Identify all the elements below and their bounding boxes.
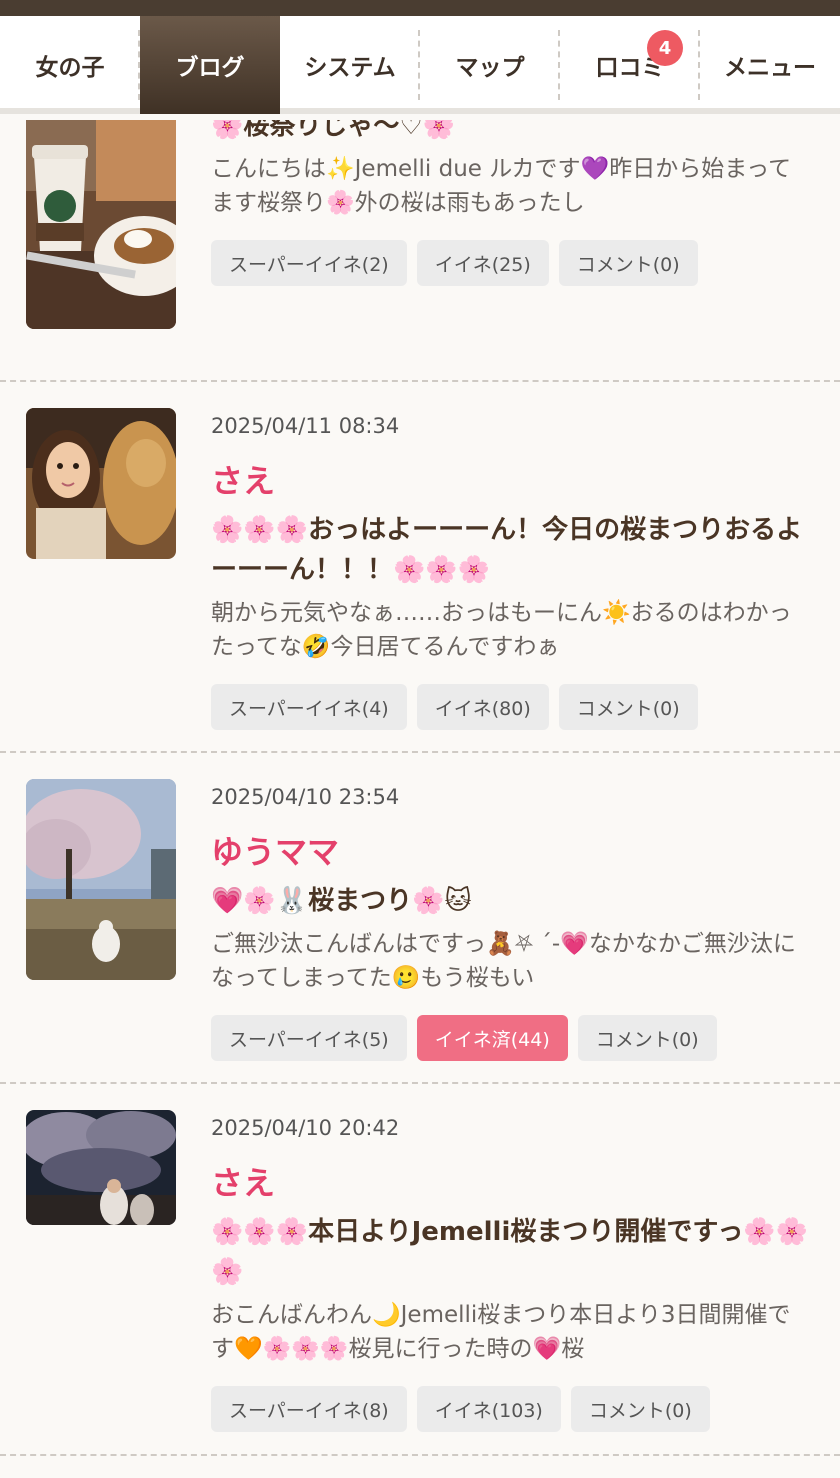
post-actions: スーパーイイネ(8) イイネ(103) コメント(0) [211, 1386, 811, 1432]
post-excerpt: ご無沙汰こんばんはですっ🧸⛧ ˊ-💗なかなかご無沙汰になってしまってた🥲もう桜も… [211, 931, 796, 991]
comment-button[interactable]: コメント(0) [577, 1015, 717, 1061]
post-excerpt: こんにちは✨Jemelli due ルカです💜昨日から始まってます桜祭り🌸外の桜… [211, 156, 792, 216]
blog-post[interactable]: ルカ 🌸桜祭りじゃ〜♡🌸 こんにちは✨Jemelli due ルカです💜昨日から… [0, 120, 840, 382]
post-author[interactable]: さえ [211, 1158, 811, 1202]
post-date: 2025/04/10 23:54 [211, 785, 400, 809]
nav-tab-system[interactable]: システム [280, 16, 420, 114]
post-author[interactable]: ゆうママ [211, 827, 811, 871]
like-button[interactable]: イイネ(25) [416, 240, 549, 286]
post-title[interactable]: 🌸桜祭りじゃ〜♡🌸 [211, 120, 811, 146]
nav-tab-reviews[interactable]: 口コミ 4 [560, 16, 700, 114]
post-thumbnail[interactable] [26, 120, 176, 329]
comment-button[interactable]: コメント(0) [558, 240, 698, 286]
post-thumbnail-image [26, 1110, 176, 1225]
post-excerpt: おこんばんわん🌙Jemelli桜まつり本日より3日間開催です🧡🌸🌸🌸桜見に行った… [211, 1302, 791, 1362]
post-thumbnail[interactable] [26, 1110, 176, 1225]
post-excerpt: 朝から元気やなぁ……おっはもーにん☀️おるのはわかったってな🤣今日居てるんですわ… [211, 600, 792, 660]
reviews-count-badge: 4 [647, 30, 683, 66]
nav-tab-blog[interactable]: ブログ [140, 16, 280, 114]
post-title[interactable]: 🌸🌸🌸おっはよーーーん！今日の桜まつりおるよーーーん！！！🌸🌸🌸 [211, 510, 811, 590]
post-actions: スーパーイイネ(2) イイネ(25) コメント(0) [211, 240, 811, 286]
post-actions: スーパーイイネ(4) イイネ(80) コメント(0) [211, 684, 811, 730]
post-date: 2025/04/10 20:42 [211, 1116, 400, 1140]
post-thumbnail[interactable] [26, 779, 176, 980]
post-thumbnail-image [26, 120, 176, 329]
nav-tab-map[interactable]: マップ [420, 16, 560, 114]
blog-list: ルカ 🌸桜祭りじゃ〜♡🌸 こんにちは✨Jemelli due ルカです💜昨日から… [0, 120, 840, 1478]
post-title[interactable]: 🌸🌸🌸本日よりJemelli桜まつり開催ですっ🌸🌸🌸 [211, 1212, 811, 1292]
main-nav: 女の子 ブログ システム マップ 口コミ 4 メニュー [0, 16, 840, 114]
comment-button[interactable]: コメント(0) [558, 684, 698, 730]
nav-tab-menu[interactable]: メニュー [700, 16, 840, 114]
super-like-button[interactable]: スーパーイイネ(8) [211, 1386, 407, 1432]
blog-post[interactable]: 2025/04/10 23:54 ゆうママ 💗🌸🐰桜まつり🌸🐱 ご無沙汰こんばん… [0, 753, 840, 1084]
like-button[interactable]: イイネ済(44) [416, 1015, 568, 1061]
blog-post[interactable]: 2025/04/11 08:34 さえ 🌸🌸🌸おっはよーーーん！今日の桜まつりお… [0, 382, 840, 753]
post-author[interactable]: さえ [211, 456, 811, 500]
post-date: 2025/04/11 08:34 [211, 414, 400, 438]
super-like-button[interactable]: スーパーイイネ(4) [211, 684, 407, 730]
comment-button[interactable]: コメント(0) [570, 1386, 710, 1432]
like-button[interactable]: イイネ(103) [416, 1386, 561, 1432]
post-thumbnail-image [26, 779, 176, 980]
like-button[interactable]: イイネ(80) [416, 684, 549, 730]
post-title[interactable]: 💗🌸🐰桜まつり🌸🐱 [211, 881, 811, 921]
top-bar [0, 0, 840, 16]
post-thumbnail-image [26, 408, 176, 559]
super-like-button[interactable]: スーパーイイネ(5) [211, 1015, 407, 1061]
nav-tab-girls[interactable]: 女の子 [0, 16, 140, 114]
post-actions: スーパーイイネ(5) イイネ済(44) コメント(0) [211, 1015, 811, 1061]
super-like-button[interactable]: スーパーイイネ(2) [211, 240, 407, 286]
post-thumbnail[interactable] [26, 408, 176, 559]
blog-post[interactable]: 2025/04/10 20:42 さえ 🌸🌸🌸本日よりJemelli桜まつり開催… [0, 1084, 840, 1456]
